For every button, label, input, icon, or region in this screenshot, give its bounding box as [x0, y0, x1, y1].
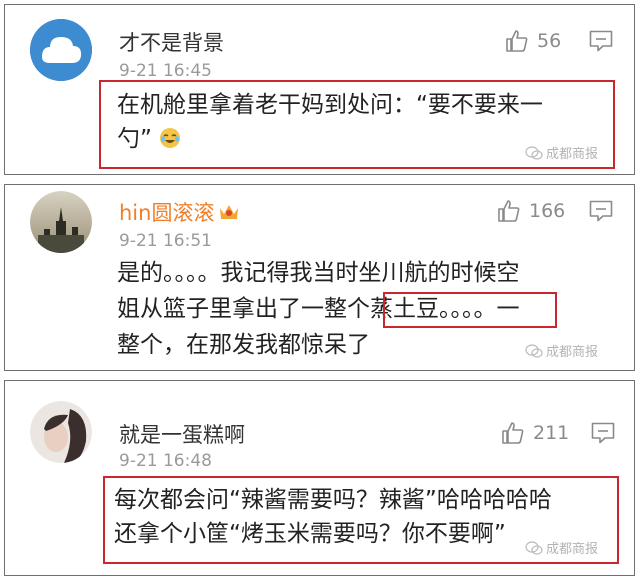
- username[interactable]: 才不是背景: [119, 27, 224, 57]
- comment-line: 每次都会问“辣酱需要吗？辣酱”哈哈哈哈哈: [114, 487, 552, 513]
- laughing-crying-emoji-icon: [160, 128, 181, 148]
- watermark: 成都商报: [525, 538, 598, 557]
- watermark: 成都商报: [525, 341, 598, 360]
- like-button[interactable]: 56: [505, 29, 561, 53]
- comment-card: 才不是背景 9-21 16:45 56 在机舱里拿着老干妈到处问：“要不要来一 …: [4, 4, 635, 175]
- like-button[interactable]: 211: [501, 421, 569, 445]
- watermark: 成都商报: [525, 143, 598, 162]
- timestamp: 9-21 16:51: [119, 231, 212, 251]
- comment-card: 就是一蛋糕啊 9-21 16:48 211 每次都会问“辣酱需要吗？辣酱”哈哈哈…: [4, 380, 635, 576]
- thumbs-up-icon: [506, 30, 528, 52]
- avatar[interactable]: [30, 19, 92, 81]
- thumbs-up-icon: [498, 200, 520, 222]
- wechat-icon: [525, 145, 543, 160]
- wechat-icon: [525, 343, 543, 358]
- comment-line: 整个，在那发我都惊呆了: [117, 332, 370, 358]
- username[interactable]: hin圆滚滚: [119, 197, 240, 227]
- comment-line: 在机舱里拿着老干妈到处问：“要不要来一: [117, 92, 543, 118]
- thumbs-up-icon: [502, 422, 524, 444]
- timestamp: 9-21 16:45: [119, 61, 212, 81]
- comment-icon[interactable]: [589, 30, 613, 52]
- comment-icon[interactable]: [591, 422, 615, 444]
- avatar[interactable]: [30, 191, 92, 253]
- avatar[interactable]: [30, 401, 92, 463]
- timestamp: 9-21 16:48: [119, 451, 212, 471]
- highlight-box: [383, 292, 557, 328]
- crown-badge-icon: [220, 205, 239, 219]
- like-count: 166: [529, 200, 566, 222]
- comment-line: 还拿个小筐“烤玉米需要吗？你不要啊”: [114, 521, 506, 547]
- comment-line: 是的。。。。我记得我当时坐川航的时候空: [117, 260, 520, 286]
- wechat-icon: [525, 540, 543, 555]
- comment-line: 勺”: [117, 123, 181, 156]
- like-count: 56: [537, 30, 562, 52]
- comment-icon[interactable]: [589, 200, 613, 222]
- like-count: 211: [533, 422, 570, 444]
- username[interactable]: 就是一蛋糕啊: [119, 419, 245, 449]
- like-button[interactable]: 166: [497, 199, 565, 223]
- comment-card: hin圆滚滚 9-21 16:51 166 是的。。。。我记得我当时坐川航的时候…: [4, 184, 635, 371]
